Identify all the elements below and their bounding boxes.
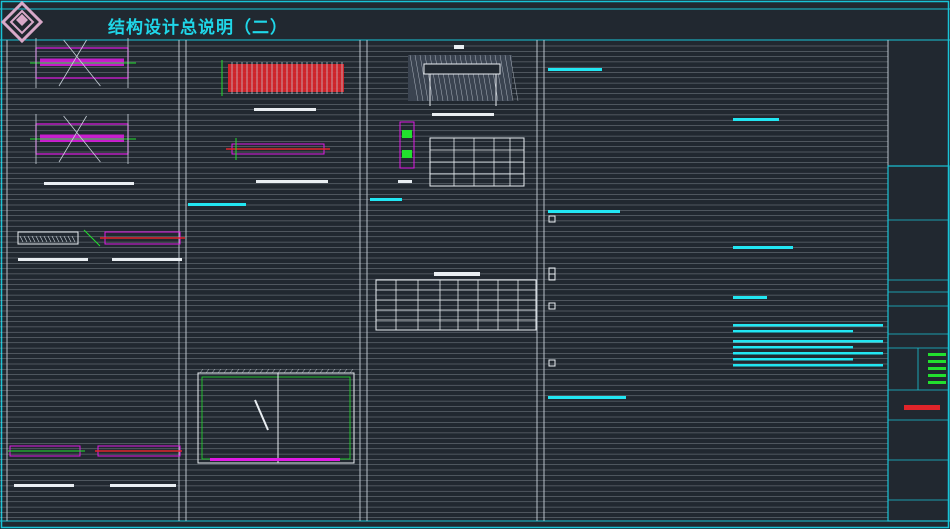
plan-hatch xyxy=(199,368,204,374)
caption-bar xyxy=(370,198,402,201)
note-text xyxy=(733,352,883,355)
detail-fill xyxy=(40,134,124,142)
rebar-panel xyxy=(228,64,344,92)
detail-fill xyxy=(40,58,124,66)
title-block xyxy=(887,165,950,522)
note-text xyxy=(733,340,883,343)
drawing-canvas xyxy=(0,0,950,529)
note-heading xyxy=(548,210,620,213)
drawing-sheet: 结构设计总说明（二） xyxy=(0,0,950,529)
plan-hatch xyxy=(349,368,354,374)
plan-hatch xyxy=(241,368,246,374)
plan-outline xyxy=(197,372,355,464)
plan-hatch xyxy=(235,368,240,374)
title-block-text xyxy=(928,353,946,356)
caption-bar xyxy=(188,203,246,206)
column-section xyxy=(399,121,415,169)
title-block-mark xyxy=(904,405,940,410)
checkbox xyxy=(548,267,556,275)
data-table xyxy=(375,279,537,331)
caption-bar xyxy=(432,113,494,116)
caption-bar xyxy=(44,182,134,185)
note-text xyxy=(733,364,883,367)
column-fill xyxy=(402,150,412,158)
plan-hatch xyxy=(295,368,300,374)
plan-hatch xyxy=(229,368,234,374)
title-block-text xyxy=(928,367,946,370)
title-block-text xyxy=(928,360,946,363)
column-fill xyxy=(402,130,412,138)
note-heading xyxy=(733,296,767,299)
plan-hatch xyxy=(307,368,312,374)
plan-hatch xyxy=(325,368,330,374)
section-mark xyxy=(454,45,464,49)
note-text xyxy=(733,358,853,361)
slab-section xyxy=(423,63,501,75)
plan-inner xyxy=(201,376,351,460)
caption-bar xyxy=(256,180,328,183)
plan-hatch xyxy=(217,368,222,374)
plan-hatch xyxy=(205,368,210,374)
plan-hatch xyxy=(301,368,306,374)
caption-bar xyxy=(112,258,182,261)
checkbox xyxy=(548,359,556,367)
plan-hatch xyxy=(277,368,282,374)
note-text xyxy=(733,330,853,333)
checkbox xyxy=(548,302,556,310)
plan-hatch xyxy=(289,368,294,374)
plan-hatch xyxy=(271,368,276,374)
sheet-title: 结构设计总说明（二） xyxy=(108,18,288,38)
caption-bar xyxy=(110,484,176,487)
plan-hatch xyxy=(319,368,324,374)
plan-hatch xyxy=(313,368,318,374)
note-heading xyxy=(548,396,626,399)
note-heading xyxy=(733,246,793,249)
caption-bar xyxy=(254,108,316,111)
plan-hatch xyxy=(223,368,228,374)
detail-dim xyxy=(83,229,101,247)
note-heading xyxy=(548,68,602,71)
plan-hatch xyxy=(331,368,336,374)
plan-hatch xyxy=(259,368,264,374)
diamond-seal-icon xyxy=(0,0,44,44)
plan-hatch xyxy=(253,368,258,374)
note-heading xyxy=(733,118,779,121)
plan-hatch xyxy=(337,368,342,374)
plan-hatch xyxy=(211,368,216,374)
title-block-text xyxy=(928,381,946,384)
caption-bar xyxy=(18,258,88,261)
note-text xyxy=(733,324,883,327)
plan-hatch xyxy=(265,368,270,374)
title-block-text xyxy=(928,374,946,377)
caption-bar xyxy=(210,458,340,461)
plan-wedge xyxy=(254,399,269,431)
note-text xyxy=(733,346,853,349)
plan-hatch xyxy=(283,368,288,374)
plan-hatch xyxy=(247,368,252,374)
caption-bar xyxy=(14,484,74,487)
caption-bar xyxy=(398,180,412,183)
plan-hatch xyxy=(343,368,348,374)
table-title xyxy=(434,272,480,276)
